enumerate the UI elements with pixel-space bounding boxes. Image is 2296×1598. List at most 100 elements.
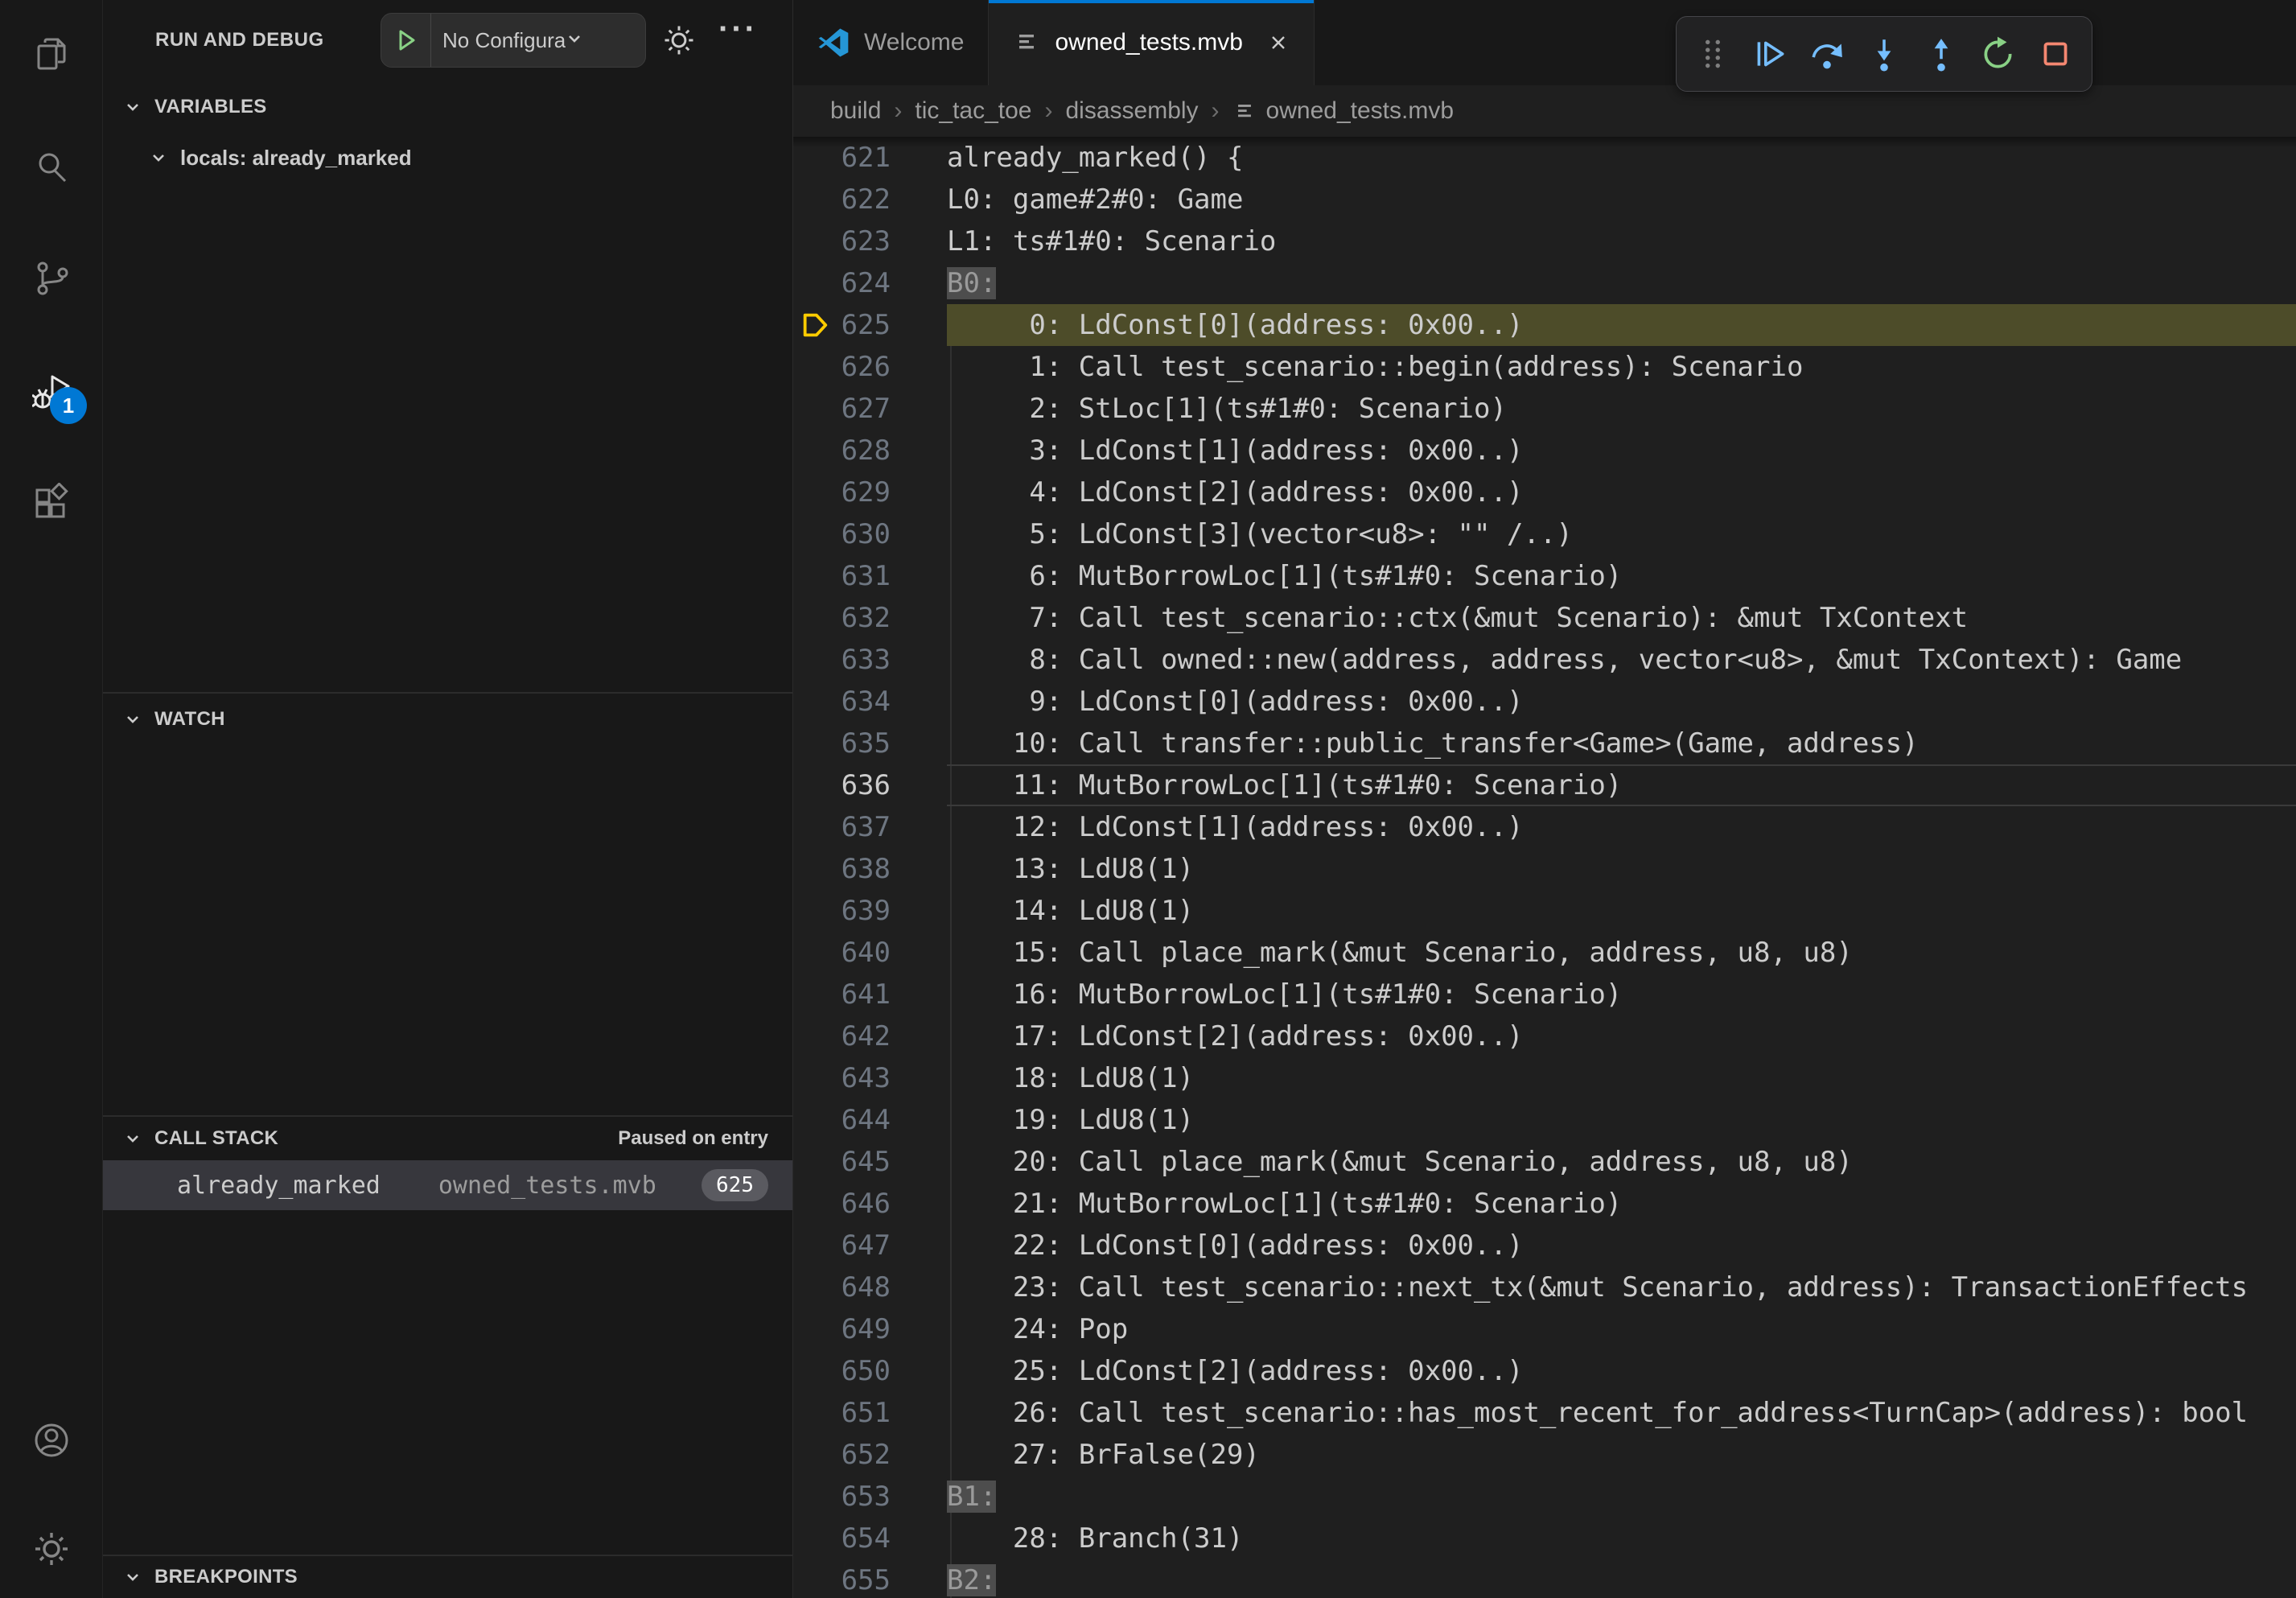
section-watch[interactable]: WATCH: [103, 692, 792, 745]
step-out-icon[interactable]: [1920, 33, 1962, 75]
breadcrumb-item[interactable]: build: [830, 97, 881, 125]
run-and-debug-icon[interactable]: 1: [32, 373, 71, 411]
code-line-625[interactable]: 625 0: LdConst[0](address: 0x00..): [793, 304, 2296, 346]
gutter[interactable]: 621: [793, 137, 891, 179]
settings-gear-icon[interactable]: [32, 1530, 71, 1568]
gutter[interactable]: 646: [793, 1183, 891, 1225]
stop-icon[interactable]: [2035, 33, 2076, 75]
code-line-633[interactable]: 633 8: Call owned::new(address, address,…: [793, 639, 2296, 681]
search-icon[interactable]: [32, 149, 71, 187]
gutter[interactable]: 630: [793, 513, 891, 555]
code-line-640[interactable]: 640 15: Call place_mark(&mut Scenario, a…: [793, 932, 2296, 974]
code-line-647[interactable]: 647 22: LdConst[0](address: 0x00..): [793, 1225, 2296, 1266]
breadcrumb-item[interactable]: disassembly: [1065, 97, 1198, 125]
code-line-639[interactable]: 639 14: LdU8(1): [793, 890, 2296, 932]
gutter[interactable]: 626: [793, 346, 891, 388]
explorer-icon[interactable]: [32, 35, 71, 73]
gutter[interactable]: 636: [793, 764, 891, 806]
code-line-649[interactable]: 649 24: Pop: [793, 1308, 2296, 1350]
code-line-648[interactable]: 648 23: Call test_scenario::next_tx(&mut…: [793, 1266, 2296, 1308]
code-editor[interactable]: 621already_marked() {622L0: game#2#0: Ga…: [793, 137, 2296, 1598]
code-line-636[interactable]: 636 11: MutBorrowLoc[1](ts#1#0: Scenario…: [793, 764, 2296, 806]
gutter[interactable]: 625: [793, 304, 891, 346]
gutter[interactable]: 637: [793, 806, 891, 848]
code-line-643[interactable]: 643 18: LdU8(1): [793, 1057, 2296, 1099]
code-line-642[interactable]: 642 17: LdConst[2](address: 0x00..): [793, 1015, 2296, 1057]
gutter[interactable]: 647: [793, 1225, 891, 1266]
code-line-637[interactable]: 637 12: LdConst[1](address: 0x00..): [793, 806, 2296, 848]
code-line-628[interactable]: 628 3: LdConst[1](address: 0x00..): [793, 430, 2296, 472]
gutter[interactable]: 632: [793, 597, 891, 639]
gutter[interactable]: 631: [793, 555, 891, 597]
code-line-624[interactable]: 624B0:: [793, 262, 2296, 304]
more-actions-icon[interactable]: ···: [718, 11, 758, 47]
close-tab-icon[interactable]: [1267, 31, 1290, 54]
breadcrumb-item[interactable]: owned_tests.mvb: [1266, 97, 1454, 125]
code-line-623[interactable]: 623L1: ts#1#0: Scenario: [793, 220, 2296, 262]
gutter[interactable]: 641: [793, 974, 891, 1015]
gutter[interactable]: 628: [793, 430, 891, 472]
tab-welcome[interactable]: Welcome: [793, 0, 989, 85]
code-line-646[interactable]: 646 21: MutBorrowLoc[1](ts#1#0: Scenario…: [793, 1183, 2296, 1225]
code-line-650[interactable]: 650 25: LdConst[2](address: 0x00..): [793, 1350, 2296, 1392]
code-line-635[interactable]: 635 10: Call transfer::public_transfer<G…: [793, 723, 2296, 764]
code-line-655[interactable]: 655B2:: [793, 1559, 2296, 1598]
gutter[interactable]: 635: [793, 723, 891, 764]
gutter[interactable]: 650: [793, 1350, 891, 1392]
gutter[interactable]: 645: [793, 1141, 891, 1183]
code-line-632[interactable]: 632 7: Call test_scenario::ctx(&mut Scen…: [793, 597, 2296, 639]
gutter[interactable]: 644: [793, 1099, 891, 1141]
gutter[interactable]: 648: [793, 1266, 891, 1308]
gutter[interactable]: 653: [793, 1476, 891, 1518]
extensions-icon[interactable]: [32, 483, 71, 521]
code-line-645[interactable]: 645 20: Call place_mark(&mut Scenario, a…: [793, 1141, 2296, 1183]
gutter[interactable]: 623: [793, 220, 891, 262]
gutter[interactable]: 639: [793, 890, 891, 932]
code-line-638[interactable]: 638 13: LdU8(1): [793, 848, 2296, 890]
toolbar-drag-grip[interactable]: [1692, 33, 1734, 75]
restart-icon[interactable]: [1977, 33, 2019, 75]
gutter[interactable]: 634: [793, 681, 891, 723]
gutter[interactable]: 640: [793, 932, 891, 974]
debug-settings-gear-icon[interactable]: [662, 23, 696, 61]
variables-locals-row[interactable]: locals: already_marked: [103, 134, 792, 182]
gutter[interactable]: 622: [793, 179, 891, 220]
code-line-641[interactable]: 641 16: MutBorrowLoc[1](ts#1#0: Scenario…: [793, 974, 2296, 1015]
code-line-652[interactable]: 652 27: BrFalse(29): [793, 1434, 2296, 1476]
gutter[interactable]: 643: [793, 1057, 891, 1099]
code-line-622[interactable]: 622L0: game#2#0: Game: [793, 179, 2296, 220]
gutter[interactable]: 652: [793, 1434, 891, 1476]
tab-owned-tests[interactable]: owned_tests.mvb: [989, 0, 1314, 85]
code-line-627[interactable]: 627 2: StLoc[1](ts#1#0: Scenario): [793, 388, 2296, 430]
gutter[interactable]: 638: [793, 848, 891, 890]
call-stack-frame[interactable]: already_marked owned_tests.mvb 625: [103, 1160, 792, 1210]
code-line-629[interactable]: 629 4: LdConst[2](address: 0x00..): [793, 472, 2296, 513]
section-variables[interactable]: VARIABLES: [103, 80, 792, 134]
start-debug-icon[interactable]: [381, 14, 431, 67]
section-call-stack[interactable]: CALL STACK Paused on entry: [103, 1115, 792, 1160]
code-line-653[interactable]: 653B1:: [793, 1476, 2296, 1518]
debug-config-dropdown[interactable]: No Configura: [381, 13, 646, 68]
code-line-626[interactable]: 626 1: Call test_scenario::begin(address…: [793, 346, 2296, 388]
section-breakpoints[interactable]: BREAKPOINTS: [103, 1555, 792, 1598]
accounts-icon[interactable]: [32, 1421, 71, 1460]
code-line-654[interactable]: 654 28: Branch(31): [793, 1518, 2296, 1559]
code-line-651[interactable]: 651 26: Call test_scenario::has_most_rec…: [793, 1392, 2296, 1434]
gutter[interactable]: 642: [793, 1015, 891, 1057]
gutter[interactable]: 649: [793, 1308, 891, 1350]
gutter[interactable]: 629: [793, 472, 891, 513]
source-control-icon[interactable]: [32, 259, 71, 298]
breadcrumb-item[interactable]: tic_tac_toe: [915, 97, 1031, 125]
gutter[interactable]: 651: [793, 1392, 891, 1434]
gutter[interactable]: 633: [793, 639, 891, 681]
gutter[interactable]: 654: [793, 1518, 891, 1559]
code-line-631[interactable]: 631 6: MutBorrowLoc[1](ts#1#0: Scenario): [793, 555, 2296, 597]
code-line-644[interactable]: 644 19: LdU8(1): [793, 1099, 2296, 1141]
step-into-icon[interactable]: [1863, 33, 1905, 75]
step-over-icon[interactable]: [1806, 33, 1848, 75]
code-line-634[interactable]: 634 9: LdConst[0](address: 0x00..): [793, 681, 2296, 723]
gutter[interactable]: 655: [793, 1559, 891, 1598]
continue-icon[interactable]: [1749, 33, 1791, 75]
gutter[interactable]: 624: [793, 262, 891, 304]
code-line-630[interactable]: 630 5: LdConst[3](vector<u8>: "" /..): [793, 513, 2296, 555]
